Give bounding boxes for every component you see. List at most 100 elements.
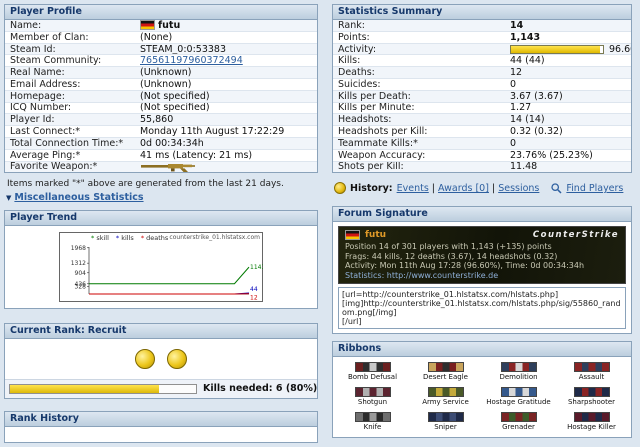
kills-needed-progress-fill bbox=[10, 384, 159, 393]
ribbon-label: Hostage Gratitude bbox=[486, 398, 551, 407]
page: Player Profile Name: futu Member of Clan: (… bbox=[0, 0, 640, 447]
favorite-weapon-image bbox=[141, 164, 195, 173]
rank-history-panel: Rank History bbox=[4, 411, 318, 444]
row-label: Player Id: bbox=[10, 114, 55, 126]
germany-flag-icon bbox=[140, 20, 155, 31]
rank-history-header: Rank History bbox=[5, 412, 317, 428]
row-value: 0d 00:34:34h bbox=[140, 137, 204, 149]
row-value: (Unknown) bbox=[140, 67, 192, 79]
history-links: Events | Awards [0] | Sessions bbox=[396, 182, 540, 194]
row-value: (Not specified) bbox=[140, 102, 210, 114]
row-label: ICQ Number: bbox=[10, 102, 72, 114]
player-trend-header: Player Trend bbox=[5, 211, 317, 227]
signature-line: Frags: 44 kills, 12 deaths (3.67), 14 he… bbox=[345, 251, 558, 261]
chart-legend: * skill * kills * deaths bbox=[91, 234, 175, 242]
kills-needed-label: Kills needed: bbox=[203, 383, 273, 395]
ribbon-image-demolition bbox=[500, 362, 537, 373]
row-value: 23.76% (25.23%) bbox=[510, 149, 593, 161]
row-value: 11.48 bbox=[510, 161, 538, 173]
kills-needed-text: Kills needed: 6 (80%) bbox=[203, 383, 317, 394]
current-rank-header: Current Rank: Recruit bbox=[5, 324, 317, 340]
signature-line: Position 14 of 301 players with 1,143 (+… bbox=[345, 242, 552, 252]
ribbon-image-hostage-killer bbox=[573, 412, 610, 423]
find-players-link[interactable]: Find Players bbox=[566, 183, 623, 194]
table-row: Headshots per Kill: 0.32 (0.32) bbox=[333, 126, 631, 138]
forum-signature-panel: Forum Signature futu CounterStrike Posit… bbox=[332, 206, 632, 335]
row-value: 55,860 bbox=[140, 114, 174, 126]
svg-text:328: 328 bbox=[75, 284, 87, 291]
germany-flag-icon bbox=[345, 229, 360, 240]
table-row: Kills per Minute: 1.27 bbox=[333, 103, 631, 115]
history-label: History: bbox=[350, 182, 393, 194]
player-profile-panel: Player Profile Name: futu Member of Clan: (… bbox=[4, 4, 318, 174]
table-row: Activity: 96.60% bbox=[333, 43, 631, 56]
signature-banner: futu CounterStrike Position 14 of 301 pl… bbox=[338, 226, 626, 285]
forum-signature-header: Forum Signature bbox=[333, 207, 631, 223]
table-row: Total Connection Time:* 0d 00:34:34h bbox=[5, 137, 317, 150]
activity-percent: 96.60% bbox=[609, 43, 631, 55]
table-row: Deaths: 12 bbox=[333, 67, 631, 79]
current-rank-name: Recruit bbox=[87, 325, 127, 337]
ribbon-image-desert-eagle bbox=[427, 362, 464, 373]
history-link-sessions[interactable]: Sessions bbox=[498, 183, 539, 194]
activity-bar bbox=[510, 44, 604, 54]
table-row: Email Address: (Unknown) bbox=[5, 79, 317, 91]
legend-marker: * bbox=[140, 234, 147, 243]
row-label: Homepage: bbox=[10, 90, 65, 102]
ribbon-label: Demolition bbox=[499, 373, 538, 382]
search-icon bbox=[551, 183, 562, 194]
row-label: Shots per Kill: bbox=[338, 161, 404, 173]
ribbon-label: Sharpshooter bbox=[567, 398, 616, 407]
signature-player-name: futu bbox=[365, 229, 387, 240]
history-icon bbox=[334, 182, 346, 195]
table-row: Favorite Weapon:* bbox=[5, 161, 317, 173]
signature-bbcode-box[interactable]: [url=http://counterstrike_01.hlstatsx.co… bbox=[338, 287, 626, 330]
svg-text:1143: 1143 bbox=[250, 264, 263, 271]
statistics-summary-header: Statistics Summary bbox=[333, 5, 631, 20]
ribbon-image-grenader bbox=[500, 412, 537, 423]
table-row: Headshots: 14 (14) bbox=[333, 114, 631, 127]
legend-deaths: * deaths bbox=[140, 234, 169, 243]
ribbon-label: Sniper bbox=[434, 423, 457, 432]
steam-community-link[interactable]: 76561197960372494 bbox=[140, 55, 243, 66]
row-label: Name: bbox=[10, 20, 42, 31]
table-row: Real Name: (Unknown) bbox=[5, 67, 317, 79]
row-value: 76561197960372494 bbox=[136, 55, 317, 66]
signature-banner-top: futu CounterStrike bbox=[345, 229, 619, 240]
ribbon-image-hostage-gratitude bbox=[500, 387, 537, 398]
rank-insignia bbox=[5, 339, 317, 379]
ribbons-header: Ribbons bbox=[333, 342, 631, 358]
legend-marker: * bbox=[91, 234, 97, 243]
kills-needed-value: 6 (80%) bbox=[275, 383, 318, 395]
current-rank-label: Current Rank: bbox=[10, 325, 85, 337]
ribbon-item: Shotgun bbox=[337, 387, 408, 407]
ribbon-image-army-service bbox=[427, 387, 464, 398]
row-value: STEAM_0:0:53383 bbox=[140, 43, 226, 55]
row-label: Weapon Accuracy: bbox=[338, 149, 426, 161]
row-label: Average Ping:* bbox=[10, 149, 81, 161]
table-row: Weapon Accuracy: 23.76% (25.23%) bbox=[333, 150, 631, 162]
rank-badge-icon bbox=[166, 349, 187, 370]
player-trend-chart-box: * skill * kills * deaths counterstrike_01.… bbox=[59, 232, 265, 303]
ribbon-item: Bomb Defusal bbox=[337, 362, 408, 382]
table-row: Steam Community: 76561197960372494 bbox=[5, 55, 317, 68]
svg-text:1312: 1312 bbox=[71, 261, 86, 268]
ribbon-item: Desert Eagle bbox=[410, 362, 481, 382]
miscellaneous-statistics-link[interactable]: Miscellaneous Statistics bbox=[14, 192, 143, 203]
ribbon-image-shotgun bbox=[354, 387, 391, 398]
player-trend-chart: 1968131290443632811434412 bbox=[59, 232, 265, 303]
row-label: Suicides: bbox=[338, 78, 381, 90]
table-row: Rank: 14 bbox=[333, 20, 631, 32]
signature-line: Statistics: http://www.counterstrike.de bbox=[345, 270, 499, 280]
history-link-awards-0[interactable]: Awards [0] bbox=[438, 183, 489, 194]
signature-stats-lines: Position 14 of 301 players with 1,143 (+… bbox=[345, 242, 619, 280]
row-label: Rank: bbox=[338, 20, 365, 31]
row-value: Monday 11th August 17:22:29 bbox=[140, 126, 285, 138]
history-link-events[interactable]: Events bbox=[397, 183, 429, 194]
rank-history-body bbox=[5, 427, 317, 442]
row-label: Kills per Minute: bbox=[338, 102, 415, 114]
ribbon-label: Hostage Killer bbox=[567, 423, 616, 432]
table-row: Kills per Death: 3.67 (3.67) bbox=[333, 90, 631, 103]
activity-bar-fill bbox=[511, 45, 600, 53]
player-trend-panel: Player Trend * skill * kills * deaths coun… bbox=[4, 210, 318, 310]
